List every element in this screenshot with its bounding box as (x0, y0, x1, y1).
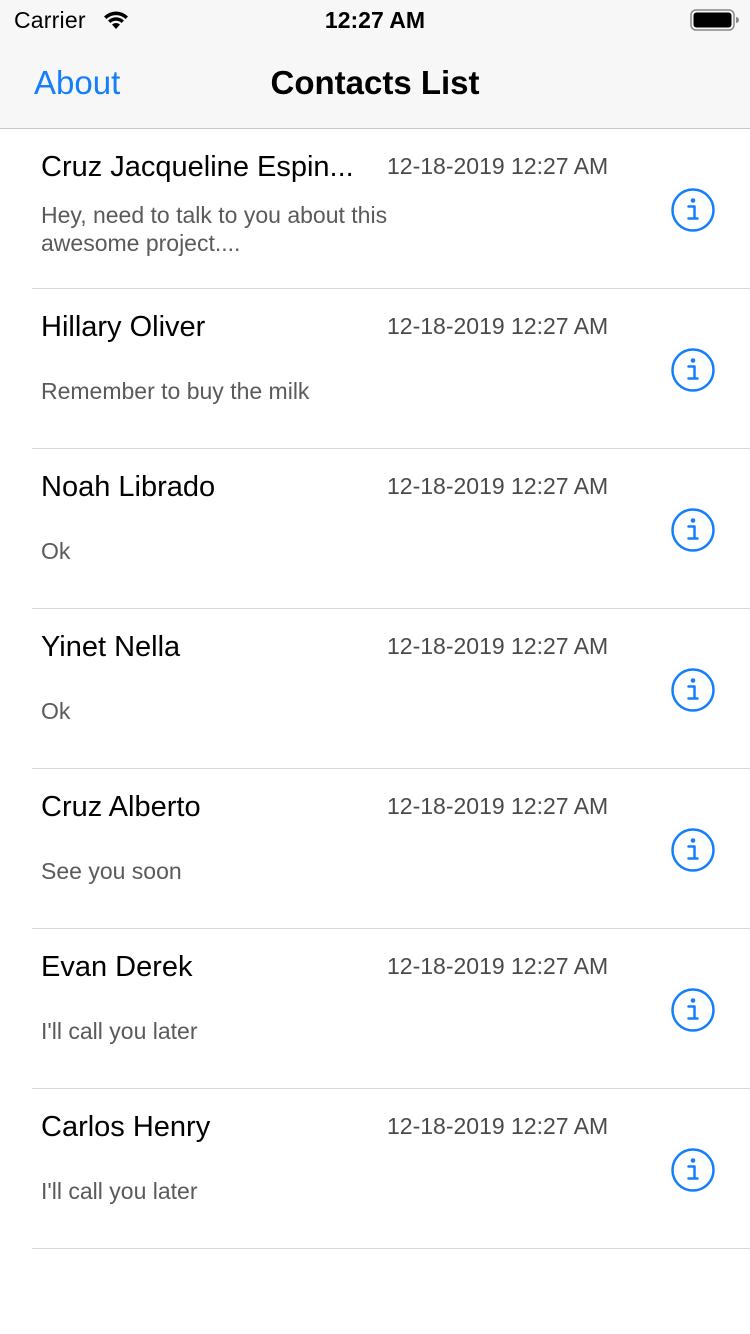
contacts-list: Cruz Jacqueline Espin... 12-18-2019 12:2… (0, 129, 750, 1249)
contact-message: Remember to buy the milk (41, 378, 310, 404)
contact-date: 12-18-2019 12:27 AM (387, 1113, 609, 1139)
contact-message: Hey, need to talk to you about this awes… (41, 202, 388, 256)
contact-message: See you soon (41, 858, 182, 884)
info-icon[interactable] (670, 187, 716, 233)
contact-row[interactable]: Cruz Alberto 12-18-2019 12:27 AM See you… (32, 769, 750, 929)
contact-message: Ok (41, 538, 71, 564)
status-time: 12:27 AM (324, 7, 426, 33)
contact-message: I'll call you later (41, 1178, 198, 1204)
contact-name: Hillary Oliver (41, 311, 206, 343)
contact-row[interactable]: Carlos Henry 12-18-2019 12:27 AM I'll ca… (32, 1089, 750, 1249)
info-icon[interactable] (670, 827, 716, 873)
contact-date: 12-18-2019 12:27 AM (387, 793, 609, 819)
info-icon[interactable] (670, 507, 716, 553)
contact-name: Yinet Nella (41, 631, 181, 663)
contact-date: 12-18-2019 12:27 AM (387, 953, 609, 979)
info-icon[interactable] (670, 347, 716, 393)
contact-row[interactable]: Noah Librado 12-18-2019 12:27 AM Ok (32, 449, 750, 609)
contact-name: Evan Derek (41, 951, 193, 983)
info-icon[interactable] (670, 987, 716, 1033)
info-icon[interactable] (670, 667, 716, 713)
page-title: Contacts List (270, 64, 480, 101)
contact-name: Noah Librado (41, 471, 216, 503)
status-bar: Carrier 12:27 AM (0, 0, 750, 40)
contact-row[interactable]: Evan Derek 12-18-2019 12:27 AM I'll call… (32, 929, 750, 1089)
contact-row[interactable]: Hillary Oliver 12-18-2019 12:27 AM Remem… (32, 289, 750, 449)
contact-date: 12-18-2019 12:27 AM (387, 153, 609, 179)
contact-date: 12-18-2019 12:27 AM (387, 313, 609, 339)
contact-name: Cruz Jacqueline Espin... (41, 151, 354, 183)
contact-row[interactable]: Yinet Nella 12-18-2019 12:27 AM Ok (32, 609, 750, 769)
contact-message: I'll call you later (41, 1018, 198, 1044)
navigation-bar: About Contacts List (0, 40, 750, 129)
battery-icon (690, 9, 740, 31)
contact-date: 12-18-2019 12:27 AM (387, 473, 609, 499)
contact-message: Ok (41, 698, 71, 724)
contact-name: Carlos Henry (41, 1111, 211, 1143)
contact-row[interactable]: Cruz Jacqueline Espin... 12-18-2019 12:2… (32, 129, 750, 289)
contact-name: Cruz Alberto (41, 791, 201, 823)
info-icon[interactable] (670, 1147, 716, 1193)
contact-date: 12-18-2019 12:27 AM (387, 633, 609, 659)
